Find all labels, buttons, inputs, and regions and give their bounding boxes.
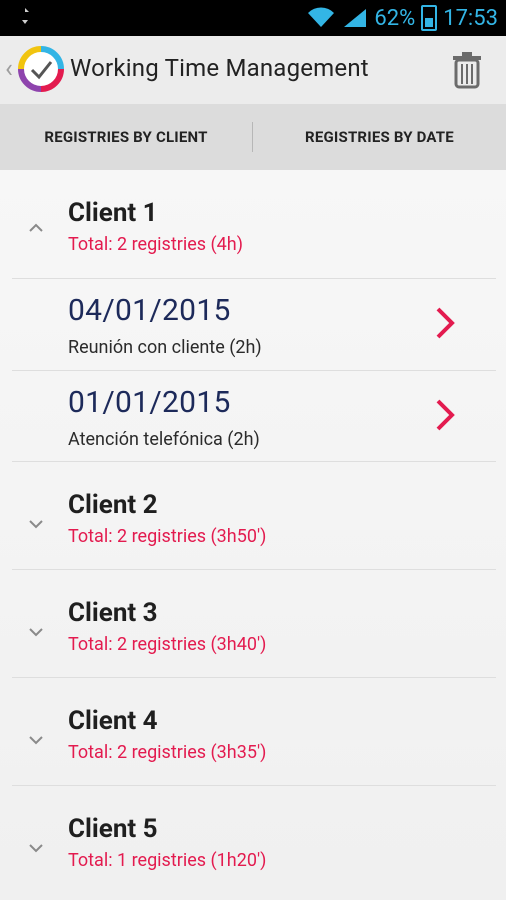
client-name: Client 2 [68, 490, 158, 520]
chevron-down-icon[interactable] [28, 516, 44, 532]
client-name: Client 4 [68, 706, 158, 736]
registry-date: 01/01/2015 [68, 385, 231, 420]
client-name: Client 5 [68, 814, 158, 844]
client-total: Total: 1 registries (1h20') [68, 850, 267, 871]
chevron-down-icon[interactable] [28, 732, 44, 748]
back-chevron-icon[interactable]: ‹ [5, 56, 17, 82]
registries-list[interactable]: Client 1 Total: 2 registries (4h) 04/01/… [0, 170, 506, 900]
client-total: Total: 2 registries (4h) [68, 234, 243, 255]
trash-icon[interactable] [450, 51, 484, 89]
chevron-down-icon[interactable] [28, 624, 44, 640]
chevron-down-icon[interactable] [28, 840, 44, 856]
client-total: Total: 2 registries (3h40') [68, 634, 267, 655]
chevron-right-icon[interactable] [434, 398, 456, 432]
registry-description: Reunión con cliente (2h) [68, 337, 262, 358]
client-group-header[interactable]: Client 1 Total: 2 registries (4h) [0, 170, 484, 278]
client-name: Client 3 [68, 598, 158, 628]
page-title: Working Time Management [70, 54, 369, 82]
tab-registries-by-date[interactable]: REGISTRIES BY DATE [253, 104, 506, 170]
client-total: Total: 2 registries (3h35') [68, 742, 267, 763]
chevron-up-icon[interactable] [28, 220, 44, 236]
tab-bar: REGISTRIES BY CLIENT REGISTRIES BY DATE [0, 104, 506, 274]
registry-date: 04/01/2015 [68, 293, 231, 328]
chevron-right-icon[interactable] [434, 306, 456, 340]
status-right: 62% 17:53 [306, 0, 498, 36]
client-group-header[interactable]: Client 4 Total: 2 registries (3h35') [0, 678, 484, 786]
battery-percent: 62% [374, 5, 416, 31]
wifi-icon [308, 7, 335, 28]
app-logo-icon[interactable] [18, 46, 64, 92]
battery-icon [421, 5, 438, 31]
status-bar: 62% 17:53 [0, 0, 506, 36]
registry-description: Atención telefónica (2h) [68, 429, 260, 450]
client-group-header[interactable]: Client 3 Total: 2 registries (3h40') [0, 570, 484, 678]
client-group-header[interactable]: Client 2 Total: 2 registries (3h50') [0, 462, 484, 570]
client-group-header[interactable]: Client 5 Total: 1 registries (1h20') [0, 786, 484, 894]
client-total: Total: 2 registries (3h50') [68, 526, 267, 547]
registry-item[interactable]: 04/01/2015 Reunión con cliente (2h) [0, 279, 484, 369]
signal-icon [344, 9, 367, 27]
clock-time: 17:53 [443, 5, 498, 31]
registry-item[interactable]: 01/01/2015 Atención telefónica (2h) [0, 371, 484, 461]
client-name: Client 1 [68, 198, 158, 228]
action-bar: ‹ Working Time Management [0, 36, 506, 105]
tab-registries-by-client[interactable]: REGISTRIES BY CLIENT [0, 104, 252, 170]
usb-icon [22, 8, 29, 24]
